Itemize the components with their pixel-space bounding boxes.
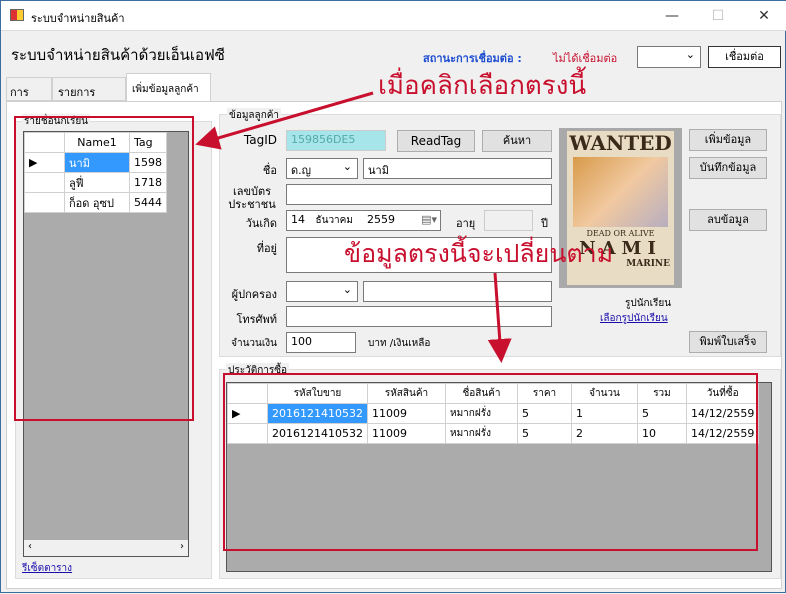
annotation-arrows bbox=[195, 91, 512, 363]
arrow-to-student-list bbox=[195, 91, 374, 150]
arrow-to-history bbox=[487, 272, 512, 363]
